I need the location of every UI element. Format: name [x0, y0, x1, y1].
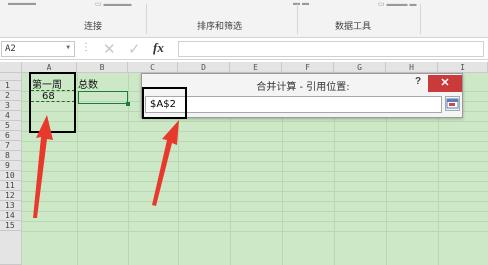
- red-arrow-right: [152, 120, 179, 206]
- excel-window: ▬▬▬▬ ▭ ▬▬▬▬ ▬ ▬ ▭ ▬▬▬ ▬ 连接 排序和筛选 数据工具 A2…: [0, 0, 488, 265]
- red-arrow-left: [33, 115, 53, 218]
- annotation-arrows: [33, 115, 179, 218]
